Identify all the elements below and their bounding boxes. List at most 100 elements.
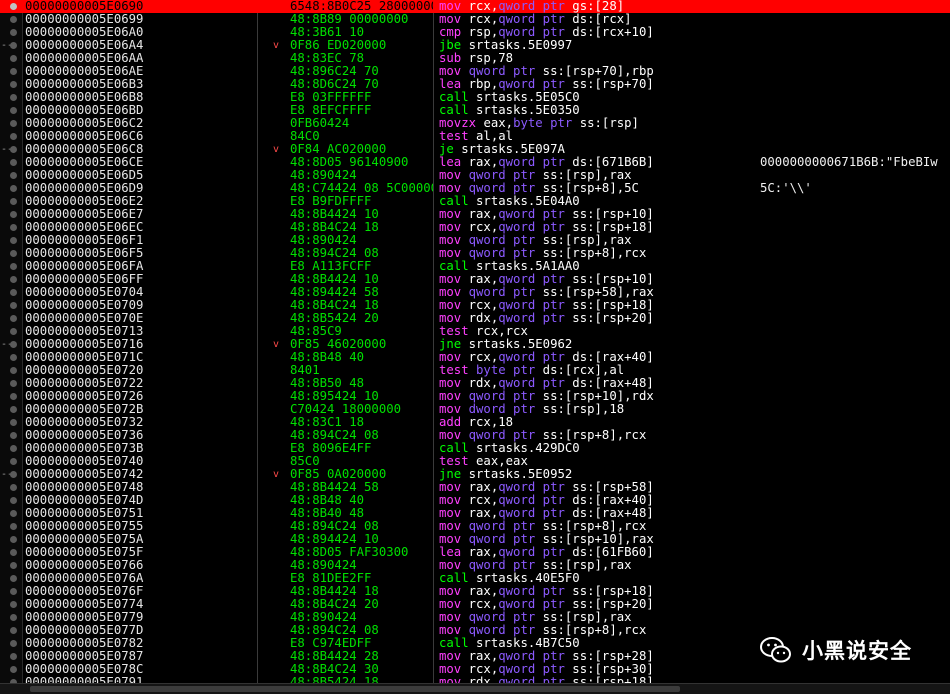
breakpoint-dot-icon[interactable] bbox=[10, 237, 17, 244]
jump-arrow-icon: v bbox=[273, 469, 280, 480]
breakpoint-dot-icon[interactable] bbox=[10, 666, 17, 673]
disassembly: mov qword ptr ss:[rsp+8],rcx bbox=[439, 429, 749, 442]
breakpoint-dot-icon[interactable] bbox=[10, 302, 17, 309]
breakpoint-dot-icon[interactable] bbox=[10, 289, 17, 296]
breakpoint-dot-icon[interactable] bbox=[10, 562, 17, 569]
mnemonic: mov bbox=[439, 429, 462, 442]
operands: rcx,18 bbox=[468, 416, 514, 429]
breakpoint-dot-icon[interactable] bbox=[10, 29, 17, 36]
breakpoint-dot-icon[interactable] bbox=[10, 510, 17, 517]
breakpoint-dot-icon[interactable] bbox=[10, 94, 17, 101]
breakpoint-dot-icon[interactable] bbox=[10, 42, 17, 49]
breakpoint-dot-icon[interactable] bbox=[10, 419, 17, 426]
breakpoint-dot-icon[interactable] bbox=[10, 627, 17, 634]
opcode-bytes: 48:895424 10 bbox=[290, 390, 379, 403]
breakpoint-dot-icon[interactable] bbox=[10, 263, 17, 270]
operands: qword ptr ss:[rsp+8],rcx bbox=[468, 624, 647, 637]
opcode-bytes: 48:890424 bbox=[290, 559, 357, 572]
breakpoint-dot-icon[interactable] bbox=[10, 3, 17, 10]
horizontal-scrollbar[interactable] bbox=[0, 683, 950, 694]
breakpoint-dot-icon[interactable] bbox=[10, 523, 17, 530]
operands: rax,qword ptr ss:[rsp+10] bbox=[468, 273, 654, 286]
breakpoint-dot-icon[interactable] bbox=[10, 653, 17, 660]
breakpoint-dot-icon[interactable] bbox=[10, 315, 17, 322]
mnemonic: mov bbox=[439, 247, 462, 260]
breakpoint-dot-icon[interactable] bbox=[10, 146, 17, 153]
breakpoint-dot-icon[interactable] bbox=[10, 575, 17, 582]
breakpoint-dot-icon[interactable] bbox=[10, 159, 17, 166]
opcode-bytes: 8401 bbox=[290, 364, 320, 377]
opcode-bytes: 48:894424 10 bbox=[290, 533, 379, 546]
mnemonic: mov bbox=[439, 299, 462, 312]
breakpoint-dot-icon[interactable] bbox=[10, 107, 17, 114]
operands: rsp,78 bbox=[468, 52, 514, 65]
opcode-bytes: 0F84 AC020000 bbox=[290, 143, 387, 156]
breakpoint-dot-icon[interactable] bbox=[10, 133, 17, 140]
mnemonic: mov bbox=[439, 182, 462, 195]
breakpoint-dot-icon[interactable] bbox=[10, 393, 17, 400]
breakpoint-dot-icon[interactable] bbox=[10, 640, 17, 647]
disassembly: call srtasks.4B7C50 bbox=[439, 637, 749, 650]
breakpoint-dot-icon[interactable] bbox=[10, 549, 17, 556]
disassembly: call srtasks.5A1AA0 bbox=[439, 260, 749, 273]
breakpoint-dot-icon[interactable] bbox=[10, 16, 17, 23]
mnemonic: mov bbox=[439, 611, 462, 624]
breakpoint-dot-icon[interactable] bbox=[10, 250, 17, 257]
breakpoint-dot-icon[interactable] bbox=[10, 120, 17, 127]
breakpoint-dot-icon[interactable] bbox=[10, 328, 17, 335]
opcode-bytes: 48:890424 bbox=[290, 611, 357, 624]
breakpoint-dot-icon[interactable] bbox=[10, 224, 17, 231]
disassembly: mov rdx,qword ptr ds:[rax+48] bbox=[439, 377, 749, 390]
breakpoint-dot-icon[interactable] bbox=[10, 406, 17, 413]
breakpoint-dot-icon[interactable] bbox=[10, 445, 17, 452]
breakpoint-dot-icon[interactable] bbox=[10, 55, 17, 62]
mnemonic: mov bbox=[439, 273, 462, 286]
breakpoint-dot-icon[interactable] bbox=[10, 588, 17, 595]
breakpoint-dot-icon[interactable] bbox=[10, 68, 17, 75]
operands: srtasks.429DC0 bbox=[476, 442, 580, 455]
disassembly: call srtasks.5E05C0 bbox=[439, 91, 749, 104]
breakpoint-dot-icon[interactable] bbox=[10, 614, 17, 621]
operands: rcx,qword ptr gs:[28] bbox=[468, 0, 625, 13]
breakpoint-dot-icon[interactable] bbox=[10, 341, 17, 348]
disassembly: jne srtasks.5E0962 bbox=[439, 338, 749, 351]
breakpoint-dot-icon[interactable] bbox=[10, 211, 17, 218]
disassembly: mov rax,qword ptr ss:[rsp+18] bbox=[439, 585, 749, 598]
opcode-bytes: 48:894C24 08 bbox=[290, 429, 379, 442]
jump-mark: -- bbox=[1, 144, 14, 155]
opcode-bytes: 48:8B48 40 bbox=[290, 351, 365, 364]
opcode-bytes: 48:894424 58 bbox=[290, 286, 379, 299]
breakpoint-dot-icon[interactable] bbox=[10, 458, 17, 465]
breakpoint-dot-icon[interactable] bbox=[10, 198, 17, 205]
breakpoint-dot-icon[interactable] bbox=[10, 172, 17, 179]
opcode-bytes: 48:8D05 96140900 bbox=[290, 156, 409, 169]
mnemonic: mov bbox=[439, 390, 462, 403]
disassembly: cmp rsp,qword ptr ds:[rcx+10] bbox=[439, 26, 749, 39]
breakpoint-dot-icon[interactable] bbox=[10, 185, 17, 192]
breakpoint-dot-icon[interactable] bbox=[10, 380, 17, 387]
mnemonic: jbe bbox=[439, 39, 462, 52]
mnemonic: call bbox=[439, 195, 469, 208]
breakpoint-dot-icon[interactable] bbox=[10, 367, 17, 374]
operands: rbp,qword ptr ss:[rsp+70] bbox=[468, 78, 654, 91]
mnemonic: add bbox=[439, 416, 462, 429]
breakpoint-dot-icon[interactable] bbox=[10, 536, 17, 543]
mnemonic: test bbox=[439, 364, 469, 377]
operands: srtasks.4B7C50 bbox=[476, 637, 580, 650]
mnemonic: mov bbox=[439, 208, 462, 221]
mnemonic: mov bbox=[439, 169, 462, 182]
breakpoint-dot-icon[interactable] bbox=[10, 432, 17, 439]
breakpoint-dot-icon[interactable] bbox=[10, 471, 17, 478]
opcode-bytes: 48:3B61 10 bbox=[290, 26, 365, 39]
mnemonic: mov bbox=[439, 650, 462, 663]
opcode-bytes: 48:894C24 08 bbox=[290, 247, 379, 260]
breakpoint-dot-icon[interactable] bbox=[10, 276, 17, 283]
breakpoint-dot-icon[interactable] bbox=[10, 484, 17, 491]
scrollbar-thumb[interactable] bbox=[30, 686, 680, 692]
breakpoint-dot-icon[interactable] bbox=[10, 497, 17, 504]
breakpoint-dot-icon[interactable] bbox=[10, 601, 17, 608]
opcode-bytes: 48:8B4C24 18 bbox=[290, 299, 379, 312]
operands: qword ptr ss:[rsp],rax bbox=[468, 559, 632, 572]
breakpoint-dot-icon[interactable] bbox=[10, 81, 17, 88]
breakpoint-dot-icon[interactable] bbox=[10, 354, 17, 361]
